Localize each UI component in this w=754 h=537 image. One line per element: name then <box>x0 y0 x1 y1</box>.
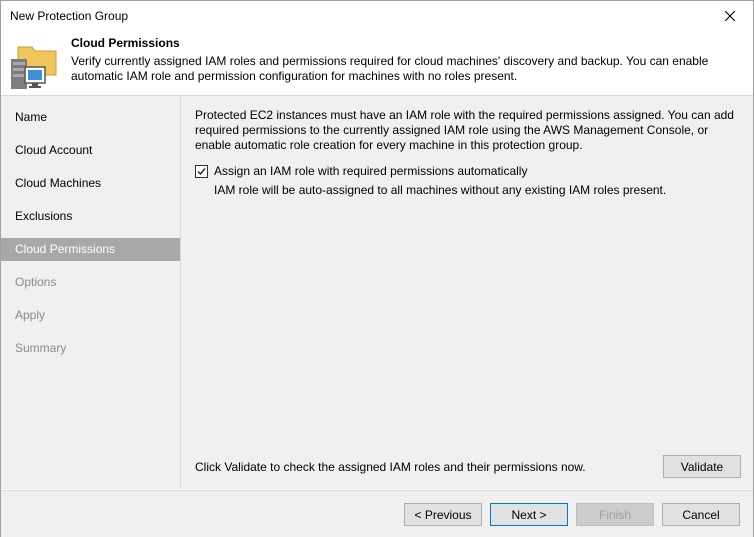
header-description: Verify currently assigned IAM roles and … <box>71 54 709 83</box>
step-cloud-machines[interactable]: Cloud Machines <box>1 172 180 195</box>
step-cloud-permissions[interactable]: Cloud Permissions <box>1 238 180 261</box>
validate-button[interactable]: Validate <box>663 455 741 478</box>
wizard-header: Cloud Permissions Verify currently assig… <box>1 31 753 96</box>
step-options: Options <box>15 275 57 289</box>
wizard-steps-sidebar: Name Cloud Account Cloud Machines Exclus… <box>1 96 181 489</box>
step-name[interactable]: Name <box>1 106 180 129</box>
finish-button: Finish <box>576 503 654 526</box>
wizard-window: New Protection Group Cloud Permissions V… <box>0 0 754 537</box>
checkmark-icon <box>197 167 206 175</box>
next-button[interactable]: Next > <box>490 503 568 526</box>
assign-iam-role-checkbox[interactable] <box>195 164 208 178</box>
wizard-footer: < Previous Next > Finish Cancel <box>1 490 753 537</box>
cancel-button[interactable]: Cancel <box>662 503 740 526</box>
close-button[interactable] <box>707 1 753 31</box>
assign-iam-role-note: IAM role will be auto-assigned to all ma… <box>214 183 667 197</box>
close-icon <box>725 11 735 21</box>
assign-iam-role-label[interactable]: Assign an IAM role with required permiss… <box>214 164 527 178</box>
previous-button[interactable]: < Previous <box>404 503 482 526</box>
step-apply: Apply <box>15 308 46 322</box>
window-title: New Protection Group <box>10 9 129 23</box>
assign-iam-role-option[interactable]: Assign an IAM role with required permiss… <box>195 164 527 178</box>
header-title: Cloud Permissions <box>71 36 180 50</box>
title-bar: New Protection Group <box>1 1 753 31</box>
step-summary: Summary <box>15 341 67 355</box>
step-content: Protected EC2 instances must have an IAM… <box>181 96 753 489</box>
step-cloud-account[interactable]: Cloud Account <box>1 139 180 162</box>
validate-hint: Click Validate to check the assigned IAM… <box>195 460 586 474</box>
protection-group-icon <box>10 39 58 91</box>
step-exclusions[interactable]: Exclusions <box>1 205 180 228</box>
intro-text: Protected EC2 instances must have an IAM… <box>195 108 734 152</box>
